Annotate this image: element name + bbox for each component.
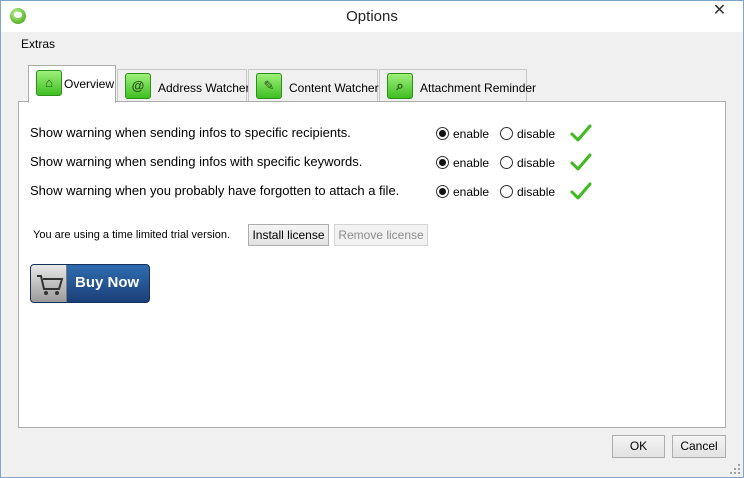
enable-radio[interactable]	[436, 185, 449, 198]
window-title: Options	[346, 8, 398, 25]
home-icon: ⌂	[36, 70, 62, 96]
at-icon: @	[125, 73, 151, 99]
trial-notice: You are using a time limited trial versi…	[33, 229, 231, 241]
tab-label: Address Watcher	[158, 81, 250, 95]
disable-radio[interactable]	[500, 156, 513, 169]
tab-overview[interactable]: ⌂ Overview	[28, 65, 116, 103]
tab-strip: ⌂ Overview @ Address Watcher ✎ Content W…	[18, 65, 728, 103]
shopping-cart-icon	[31, 265, 67, 302]
rule-row-attachment: Show warning when you probably have forg…	[30, 181, 620, 201]
cancel-button[interactable]: Cancel	[672, 435, 726, 458]
tab-address-watcher[interactable]: @ Address Watcher	[117, 69, 250, 102]
check-icon	[570, 153, 592, 171]
edit-icon: ✎	[256, 73, 282, 99]
paperclip-icon: ⌕	[387, 73, 413, 99]
tab-label: Overview	[64, 77, 115, 91]
tab-label: Content Watcher	[289, 81, 379, 95]
install-license-button[interactable]: Install license	[248, 224, 329, 246]
close-button[interactable]: ✕	[697, 1, 742, 22]
enable-label: enable	[453, 185, 490, 199]
enable-label: enable	[453, 127, 490, 141]
rule-row-recipients: Show warning when sending infos to speci…	[30, 123, 620, 143]
tab-attachment-reminder[interactable]: ⌕ Attachment Reminder	[379, 69, 536, 102]
rule-row-keywords: Show warning when sending infos with spe…	[30, 152, 620, 172]
rule-text: Show warning when you probably have forg…	[30, 183, 400, 198]
disable-label: disable	[517, 185, 556, 199]
disable-label: disable	[517, 127, 556, 141]
options-window: Options ✕ Extras ⌂ Overview @ Address Wa…	[0, 0, 744, 478]
menu-extras[interactable]: Extras	[9, 36, 67, 53]
disable-radio[interactable]	[500, 185, 513, 198]
overview-panel: Show warning when sending infos to speci…	[18, 101, 726, 428]
tab-label: Attachment Reminder	[420, 81, 537, 95]
disable-label: disable	[517, 156, 556, 170]
rule-text: Show warning when sending infos to speci…	[30, 125, 351, 140]
remove-license-button[interactable]: Remove license	[334, 224, 428, 246]
ok-button[interactable]: OK	[612, 435, 665, 458]
enable-radio[interactable]	[436, 156, 449, 169]
check-icon	[570, 182, 592, 200]
tab-content-watcher[interactable]: ✎ Content Watcher	[248, 69, 379, 102]
enable-label: enable	[453, 156, 490, 170]
resize-grip-icon[interactable]	[729, 463, 741, 475]
check-icon	[570, 124, 592, 142]
buy-now-label: Buy Now	[75, 274, 140, 291]
disable-radio[interactable]	[500, 127, 513, 140]
rule-text: Show warning when sending infos with spe…	[30, 154, 363, 169]
menu-bar: Extras	[1, 32, 743, 55]
title-bar: Options ✕	[1, 1, 743, 32]
enable-radio[interactable]	[436, 127, 449, 140]
buy-now-button[interactable]: Buy Now	[30, 264, 150, 303]
